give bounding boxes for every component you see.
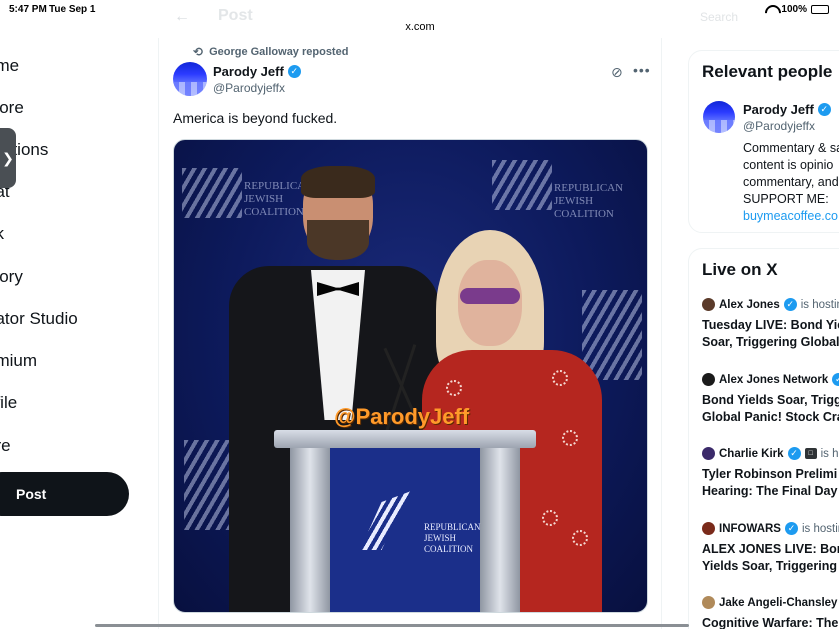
sidebar-item-grok[interactable]: ok: [0, 224, 4, 244]
header-title: Post: [218, 7, 253, 24]
home-indicator[interactable]: [95, 624, 689, 627]
status-time: 5:47 PM: [9, 4, 47, 15]
verified-badge-icon: ✓: [287, 65, 301, 78]
status-right: 100%: [765, 4, 829, 15]
live-item[interactable]: Jake Angeli-Chansley Cognitive Warfare: …: [702, 596, 839, 629]
relevant-person-handle[interactable]: @Parodyjeffx: [743, 119, 815, 133]
relevant-person-bio: Commentary & sa content is opinio commen…: [743, 140, 839, 225]
sidebar-item-history[interactable]: story: [0, 267, 23, 287]
live-item[interactable]: Alex Jones ✓ is hosting Tuesday LIVE: Bo…: [702, 298, 839, 351]
live-host-name[interactable]: Charlie Kirk: [719, 448, 784, 460]
reposted-by[interactable]: George Galloway reposted: [209, 46, 348, 58]
podium: REPUBLICAN JEWISH COALITION: [274, 430, 536, 612]
host-avatar: [702, 373, 715, 386]
avatar[interactable]: [703, 101, 735, 133]
host-avatar: [702, 596, 715, 609]
live-host-name[interactable]: INFOWARS: [719, 523, 781, 535]
host-avatar: [702, 298, 715, 311]
post-header: ← Post: [160, 0, 660, 38]
relevant-people-card: Relevant people Parody Jeff ✓ @Parodyjef…: [688, 50, 839, 233]
wifi-icon: [765, 5, 777, 14]
sidebar-item-creator-studio[interactable]: eator Studio: [0, 309, 78, 329]
live-item[interactable]: INFOWARS ✓ is hostin ALEX JONES LIVE: Bo…: [702, 522, 839, 575]
author-name-text[interactable]: Parody Jeff: [213, 64, 284, 79]
search-input[interactable]: Search: [700, 10, 738, 24]
verified-badge-icon: ✓: [817, 103, 831, 116]
author-name[interactable]: Parody Jeff ✓: [213, 64, 301, 79]
sidebar-item-explore[interactable]: plore: [0, 98, 24, 118]
live-host-status: is ho: [820, 447, 839, 460]
host-avatar: [702, 522, 715, 535]
author-handle[interactable]: @Parodyjeffx: [213, 81, 285, 95]
image-watermark: @ParodyJeff: [334, 404, 470, 429]
live-host-status: is hostin: [801, 522, 839, 535]
sidebar-item-profile[interactable]: ofile: [0, 393, 17, 413]
post-text: America is beyond fucked.: [173, 110, 338, 126]
live-host-name[interactable]: Jake Angeli-Chansley: [719, 597, 837, 609]
live-title[interactable]: Cognitive Warfare: The: [702, 615, 839, 629]
bio-link[interactable]: buymeacoffee.co: [743, 208, 839, 225]
repost-icon: ⟲: [193, 45, 204, 59]
main-column: ⟲ George Galloway reposted Parody Jeff ✓…: [158, 38, 662, 629]
live-host-status: is hosting: [800, 298, 839, 311]
live-item[interactable]: Charlie Kirk ✓ □ is ho Tyler Robinson Pr…: [702, 447, 839, 500]
verified-badge-icon: ✓: [783, 298, 797, 311]
sidebar-item-premium[interactable]: emium: [0, 351, 37, 371]
status-date: Tue Sep 1: [49, 4, 96, 15]
live-title[interactable]: Tuesday LIVE: Bond Yie Soar, Triggering …: [702, 317, 839, 351]
cohost-avatar: □: [804, 448, 817, 459]
verified-badge-icon: ✓: [787, 447, 801, 460]
live-title[interactable]: Bond Yields Soar, Trigg Global Panic! St…: [702, 392, 839, 426]
sidebar-item-home[interactable]: ome: [0, 56, 19, 76]
verified-badge-icon: ✓: [784, 522, 798, 535]
live-host-name[interactable]: Alex Jones Network: [719, 374, 828, 386]
live-host-name[interactable]: Alex Jones: [719, 299, 780, 311]
sidebar-item-more[interactable]: ore: [0, 436, 11, 456]
live-item[interactable]: Alex Jones Network ✓ Bond Yields Soar, T…: [702, 373, 839, 426]
post-button[interactable]: Post: [0, 472, 129, 516]
live-on-x-card: Live on X Alex Jones ✓ is hosting Tuesda…: [688, 248, 839, 629]
battery-percent: 100%: [781, 4, 807, 15]
live-on-x-title: Live on X: [702, 260, 778, 279]
grok-icon[interactable]: ⊘: [611, 64, 623, 81]
repost-indicator: ⟲ George Galloway reposted: [193, 45, 348, 59]
post-image[interactable]: REPUBLICAN JEWISH COALITION REPUBLICAN J…: [173, 139, 648, 613]
live-title[interactable]: ALEX JONES LIVE: Bond Yields Soar, Trigg…: [702, 541, 839, 575]
live-title[interactable]: Tyler Robinson Prelimi Hearing: The Fina…: [702, 466, 839, 500]
backdrop-logo-stripes: [492, 160, 552, 210]
more-options-icon[interactable]: •••: [633, 62, 651, 78]
sidebar-handle-chevron-icon[interactable]: ❯: [0, 128, 16, 188]
battery-icon: [811, 5, 829, 14]
avatar[interactable]: [173, 62, 207, 96]
relevant-person-name[interactable]: Parody Jeff ✓: [743, 102, 831, 117]
verified-badge-icon: ✓: [832, 373, 839, 386]
backdrop-logo-text: REPUBLICAN JEWISH COALITION: [554, 182, 624, 220]
host-avatar: [702, 447, 715, 460]
back-arrow-icon[interactable]: ←: [174, 8, 190, 26]
relevant-person-name-text[interactable]: Parody Jeff: [743, 102, 814, 117]
relevant-people-title: Relevant people: [702, 62, 833, 81]
